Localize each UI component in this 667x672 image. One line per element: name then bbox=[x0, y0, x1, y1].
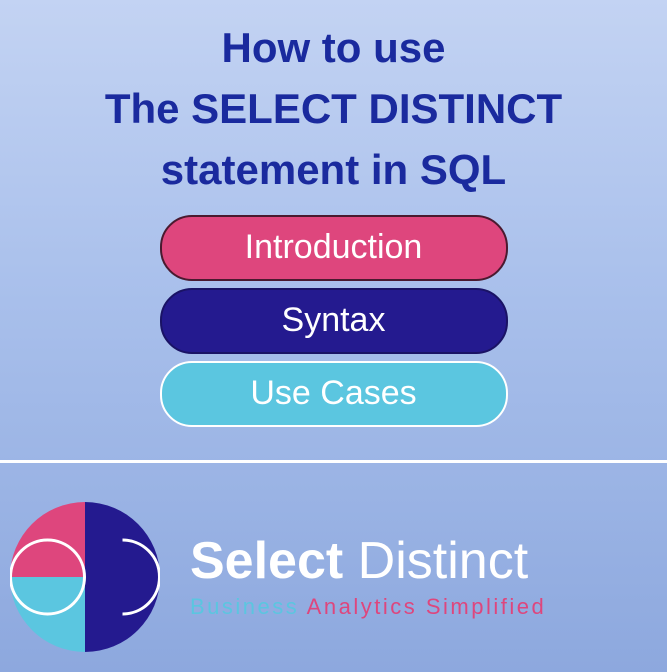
syntax-button[interactable]: Syntax bbox=[160, 288, 508, 354]
brand-tagline: Business Analytics Simplified bbox=[190, 594, 657, 620]
syntax-label: Syntax bbox=[282, 301, 386, 340]
footer: Select Distinct Business Analytics Simpl… bbox=[10, 502, 657, 652]
tagline-part-2: Analytics Simplified bbox=[307, 594, 547, 619]
brand-text: Select Distinct Business Analytics Simpl… bbox=[190, 534, 657, 621]
title-line-1: How to use bbox=[0, 18, 667, 79]
title-line-2: The SELECT DISTINCT bbox=[0, 79, 667, 140]
use-cases-button[interactable]: Use Cases bbox=[160, 361, 508, 427]
brand-name-bold: Select bbox=[190, 532, 343, 590]
brand-name: Select Distinct bbox=[190, 534, 657, 589]
tagline-part-1: Business bbox=[190, 594, 307, 619]
nav-buttons: Introduction Syntax Use Cases bbox=[0, 215, 667, 427]
introduction-label: Introduction bbox=[245, 228, 423, 267]
use-cases-label: Use Cases bbox=[250, 374, 416, 413]
introduction-button[interactable]: Introduction bbox=[160, 215, 508, 281]
divider-line bbox=[0, 460, 667, 463]
logo-icon bbox=[10, 502, 160, 652]
brand-name-light: Distinct bbox=[358, 532, 528, 590]
title-section: How to use The SELECT DISTINCT statement… bbox=[0, 0, 667, 201]
title-line-3: statement in SQL bbox=[0, 140, 667, 201]
